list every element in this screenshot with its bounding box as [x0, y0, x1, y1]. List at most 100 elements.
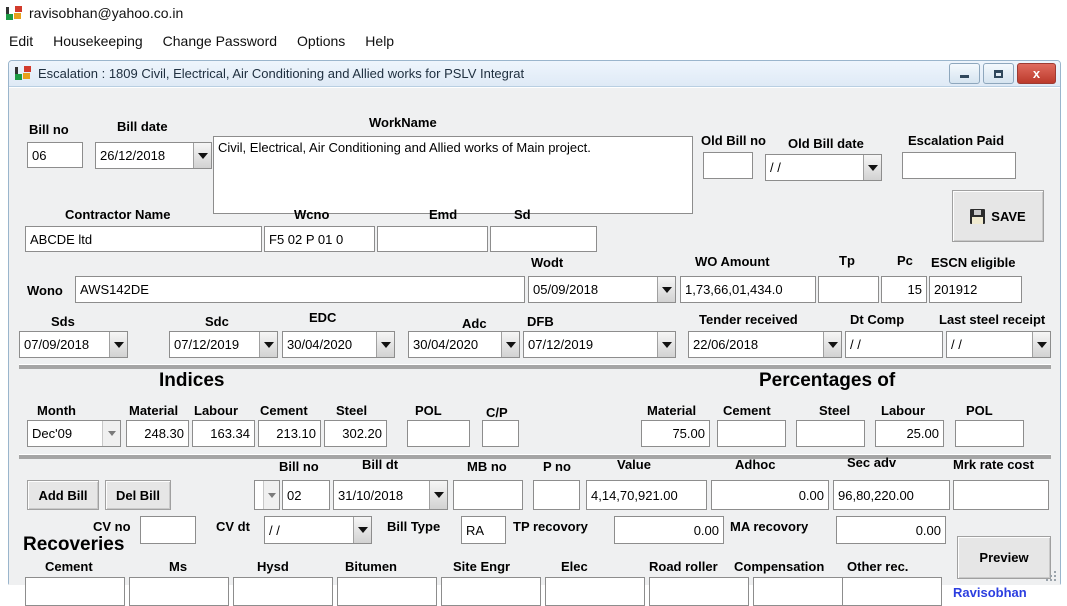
- preview-button[interactable]: Preview: [957, 536, 1051, 579]
- indices-steel-input[interactable]: 302.20: [324, 420, 387, 447]
- dt-comp-input[interactable]: / /: [845, 331, 943, 358]
- user-link[interactable]: Ravisobhan: [953, 585, 1027, 600]
- rec-other-input[interactable]: [842, 577, 942, 606]
- adc-combo[interactable]: 30/04/2020: [408, 331, 520, 358]
- sdc-combo[interactable]: 07/12/2019: [169, 331, 278, 358]
- rec-ms-input[interactable]: [129, 577, 229, 606]
- menu-bar: Edit Housekeeping Change Password Option…: [0, 30, 1067, 52]
- rec-bitumen-input[interactable]: [337, 577, 437, 606]
- edc-combo[interactable]: 30/04/2020: [282, 331, 395, 358]
- adhoc-input[interactable]: 0.00: [711, 480, 829, 510]
- sds-combo[interactable]: 07/09/2018: [19, 331, 128, 358]
- bill-no-input[interactable]: 06: [27, 142, 83, 168]
- bill-dt-combo[interactable]: 31/10/2018: [333, 480, 448, 510]
- chevron-down-icon[interactable]: [823, 332, 841, 357]
- sds-label: Sds: [51, 314, 75, 329]
- p-no-input[interactable]: [533, 480, 580, 510]
- edc-label: EDC: [309, 310, 337, 325]
- bill-type-input[interactable]: RA: [461, 516, 506, 544]
- mrk-rate-cost-label: Mrk rate cost: [953, 457, 1034, 472]
- dfb-combo[interactable]: 07/12/2019: [523, 331, 676, 358]
- escalation-paid-input[interactable]: [902, 152, 1016, 179]
- emd-input[interactable]: [377, 226, 488, 252]
- indices-title: Indices: [159, 370, 225, 391]
- chevron-down-icon[interactable]: [193, 143, 211, 168]
- escn-eligible-input[interactable]: 201912: [929, 276, 1022, 303]
- pct-material-input[interactable]: 75.00: [641, 420, 710, 447]
- rec-site-engr-input[interactable]: [441, 577, 541, 606]
- chevron-down-icon[interactable]: [1032, 332, 1050, 357]
- menu-item-help[interactable]: Help: [356, 32, 403, 50]
- menu-item-options[interactable]: Options: [288, 32, 354, 50]
- indices-pol-input[interactable]: [407, 420, 470, 447]
- pc-label: Pc: [897, 253, 913, 268]
- save-button[interactable]: SAVE: [952, 190, 1044, 242]
- last-steel-receipt-combo[interactable]: / /: [946, 331, 1051, 358]
- sec-adv-input[interactable]: 96,80,220.00: [833, 480, 950, 510]
- rec-elec-input[interactable]: [545, 577, 645, 606]
- cv-no-input[interactable]: [140, 516, 196, 544]
- sd-input[interactable]: [490, 226, 597, 252]
- wo-amount-input[interactable]: 1,73,66,01,434.0: [680, 276, 816, 303]
- bill-row-no-input[interactable]: 02: [282, 480, 330, 510]
- chevron-down-icon[interactable]: [376, 332, 394, 357]
- tp-recovery-input[interactable]: 0.00: [614, 516, 724, 544]
- del-bill-button[interactable]: Del Bill: [105, 480, 171, 510]
- workname-label: WorkName: [369, 115, 437, 130]
- ma-recovery-input[interactable]: 0.00: [836, 516, 946, 544]
- adc-value: 30/04/2020: [413, 337, 479, 352]
- menu-item-edit[interactable]: Edit: [0, 32, 42, 50]
- chevron-down-icon[interactable]: [501, 332, 519, 357]
- chevron-down-icon[interactable]: [353, 517, 371, 543]
- application-window: ravisobhan@yahoo.co.in Edit Housekeeping…: [0, 0, 1067, 606]
- tp-input[interactable]: [818, 276, 879, 303]
- menu-item-housekeeping[interactable]: Housekeeping: [44, 32, 152, 50]
- pct-cement-input[interactable]: [717, 420, 786, 447]
- old-bill-date-combo[interactable]: / /: [765, 154, 882, 181]
- indices-cement-input[interactable]: 213.10: [258, 420, 321, 447]
- indices-labour-input[interactable]: 163.34: [192, 420, 255, 447]
- wono-input[interactable]: AWS142DE: [75, 276, 525, 303]
- resize-grip[interactable]: [1045, 570, 1058, 583]
- chevron-down-icon[interactable]: [109, 332, 127, 357]
- chevron-down-icon[interactable]: [263, 481, 279, 509]
- pct-labour-input[interactable]: 25.00: [875, 420, 944, 447]
- close-button[interactable]: x: [1017, 63, 1056, 84]
- indices-material-input[interactable]: 248.30: [126, 420, 189, 447]
- contractor-name-input[interactable]: ABCDE ltd: [25, 226, 262, 252]
- wcno-input[interactable]: F5 02 P 01 0: [264, 226, 375, 252]
- rec-hysd-input[interactable]: [233, 577, 333, 606]
- workname-textarea[interactable]: Civil, Electrical, Air Conditioning and …: [213, 136, 693, 214]
- bill-date-combo[interactable]: 26/12/2018: [95, 142, 212, 169]
- chevron-down-icon[interactable]: [259, 332, 277, 357]
- del-bill-label: Del Bill: [115, 487, 161, 503]
- p-no-label: P no: [543, 459, 571, 474]
- rec-compensation-input[interactable]: [753, 577, 853, 606]
- rec-road-roller-input[interactable]: [649, 577, 749, 606]
- indices-cp-input[interactable]: [482, 420, 519, 447]
- add-bill-button[interactable]: Add Bill: [27, 480, 99, 510]
- wodt-combo[interactable]: 05/09/2018: [528, 276, 676, 303]
- chevron-down-icon[interactable]: [102, 421, 120, 446]
- bill-dt-value: 31/10/2018: [338, 487, 404, 503]
- chevron-down-icon[interactable]: [863, 155, 881, 180]
- pct-steel-input[interactable]: [796, 420, 865, 447]
- chevron-down-icon[interactable]: [657, 277, 675, 302]
- chevron-down-icon[interactable]: [429, 481, 447, 509]
- value-input[interactable]: 4,14,70,921.00: [586, 480, 707, 510]
- mrk-rate-cost-input[interactable]: [953, 480, 1049, 510]
- menu-item-change-password[interactable]: Change Password: [154, 32, 286, 50]
- maximize-button[interactable]: [983, 63, 1014, 84]
- old-bill-no-input[interactable]: [703, 152, 753, 179]
- pc-input[interactable]: 15: [881, 276, 927, 303]
- chevron-down-icon[interactable]: [657, 332, 675, 357]
- pct-pol-input[interactable]: [955, 420, 1024, 447]
- app-title-bar: ravisobhan@yahoo.co.in: [6, 3, 183, 23]
- tender-received-combo[interactable]: 22/06/2018: [688, 331, 842, 358]
- minimize-button[interactable]: [949, 63, 980, 84]
- bill-selector-combo[interactable]: [254, 480, 280, 510]
- rec-cement-input[interactable]: [25, 577, 125, 606]
- month-combo[interactable]: Dec'09: [27, 420, 121, 447]
- mb-no-input[interactable]: [453, 480, 523, 510]
- cv-dt-combo[interactable]: / /: [264, 516, 372, 544]
